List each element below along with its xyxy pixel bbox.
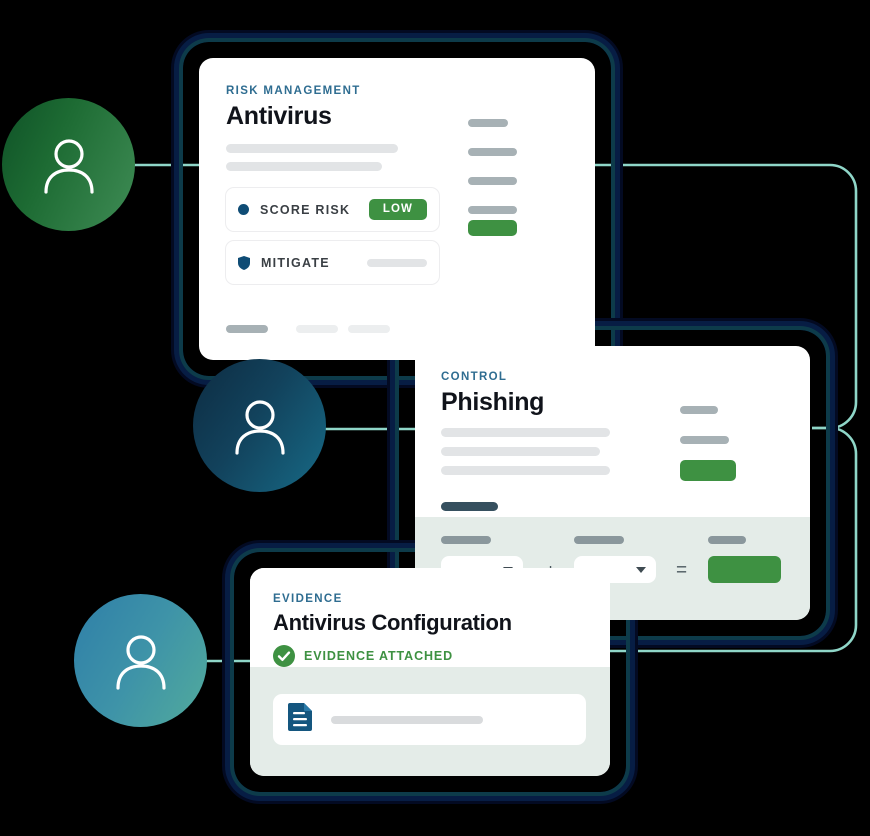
circle-dot-icon — [238, 204, 249, 215]
risk-side-bar-4 — [468, 206, 517, 214]
mitigate-value-placeholder — [367, 258, 427, 267]
illustration-canvas: RISK MANAGEMENT Antivirus SCORE RISK LOW… — [0, 0, 870, 836]
user-icon — [43, 138, 94, 194]
evidence-card: EVIDENCE Antivirus Configuration EVIDENC… — [250, 568, 610, 776]
evidence-card-title: Antivirus Configuration — [273, 610, 512, 635]
risk-side-bar-1 — [468, 119, 508, 127]
risk-skeleton-line-1 — [226, 144, 398, 153]
risk-footer-bar-1 — [226, 325, 268, 333]
user-icon — [115, 634, 166, 690]
control-skeleton-line-1 — [441, 428, 610, 437]
evidence-card-header: EVIDENCE Antivirus Configuration EVIDENC… — [250, 568, 610, 667]
formula-label-1 — [441, 536, 491, 544]
risk-skeleton-line-2 — [226, 162, 382, 171]
control-side-bar-3 — [680, 460, 736, 481]
control-tag-placeholder — [441, 502, 498, 511]
user-icon — [234, 399, 285, 455]
mitigate-row[interactable]: MITIGATE — [225, 240, 440, 285]
risk-side-bar-2 — [468, 148, 517, 156]
risk-management-card: RISK MANAGEMENT Antivirus SCORE RISK LOW… — [199, 58, 595, 360]
score-risk-row[interactable]: SCORE RISK LOW — [225, 187, 440, 232]
risk-card-title: Antivirus — [226, 102, 332, 130]
evidence-filename-placeholder — [331, 715, 483, 724]
control-card-eyebrow: CONTROL — [441, 371, 508, 383]
formula-label-2 — [574, 536, 624, 544]
control-skeleton-line-2 — [441, 447, 600, 456]
control-skeleton-line-3 — [441, 466, 610, 475]
control-side-bar-2 — [680, 436, 729, 444]
risk-card-eyebrow: RISK MANAGEMENT — [226, 85, 361, 97]
control-avatar[interactable] — [193, 359, 326, 492]
evidence-header-text: EVIDENCE Antivirus Configuration — [273, 593, 512, 636]
chevron-down-icon — [636, 566, 646, 573]
risk-card-eyebrow-wrap: RISK MANAGEMENT Antivirus — [226, 85, 361, 131]
risk-footer-bar-3 — [348, 325, 390, 333]
evidence-avatar[interactable] — [74, 594, 207, 727]
evidence-card-body — [250, 667, 610, 776]
document-icon — [288, 703, 312, 736]
control-card-header: CONTROL Phishing — [441, 371, 544, 417]
result-badge[interactable] — [708, 556, 781, 583]
risk-avatar[interactable] — [2, 98, 135, 231]
score-risk-label: SCORE RISK — [260, 202, 351, 217]
risk-side-bar-3 — [468, 177, 517, 185]
shield-icon — [238, 255, 250, 270]
evidence-file-row[interactable] — [273, 694, 586, 745]
check-circle-icon — [273, 645, 295, 667]
evidence-status-label: EVIDENCE ATTACHED — [304, 649, 454, 663]
risk-side-bar-5 — [468, 220, 517, 236]
evidence-status: EVIDENCE ATTACHED — [273, 645, 453, 667]
mitigate-label: MITIGATE — [261, 255, 330, 270]
formula-label-3 — [708, 536, 746, 544]
risk-footer-bar-2 — [296, 325, 338, 333]
risk-level-badge[interactable]: LOW — [368, 198, 427, 221]
evidence-card-eyebrow: EVIDENCE — [273, 593, 343, 605]
equals-operator: = — [676, 560, 688, 581]
control-side-bar-1 — [680, 406, 718, 414]
control-card-title: Phishing — [441, 388, 545, 416]
